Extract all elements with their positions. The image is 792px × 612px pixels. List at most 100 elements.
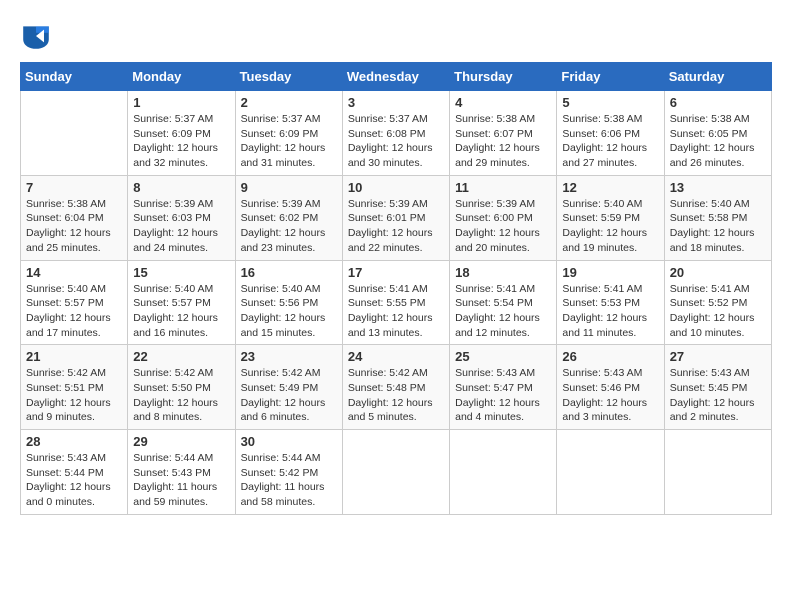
calendar-cell: 5 Sunrise: 5:38 AM Sunset: 6:06 PM Daylig… (557, 91, 664, 176)
calendar-cell: 3 Sunrise: 5:37 AM Sunset: 6:08 PM Daylig… (342, 91, 449, 176)
calendar-cell: 2 Sunrise: 5:37 AM Sunset: 6:09 PM Daylig… (235, 91, 342, 176)
day-info: Sunrise: 5:44 AM Sunset: 5:42 PM Dayligh… (241, 451, 337, 510)
day-header-friday: Friday (557, 63, 664, 91)
day-info: Sunrise: 5:38 AM Sunset: 6:05 PM Dayligh… (670, 112, 766, 171)
calendar-cell: 1 Sunrise: 5:37 AM Sunset: 6:09 PM Daylig… (128, 91, 235, 176)
day-info: Sunrise: 5:43 AM Sunset: 5:46 PM Dayligh… (562, 366, 658, 425)
week-row-4: 21 Sunrise: 5:42 AM Sunset: 5:51 PM Dayli… (21, 345, 772, 430)
day-number: 29 (133, 434, 229, 449)
day-number: 10 (348, 180, 444, 195)
day-info: Sunrise: 5:38 AM Sunset: 6:06 PM Dayligh… (562, 112, 658, 171)
day-info: Sunrise: 5:44 AM Sunset: 5:43 PM Dayligh… (133, 451, 229, 510)
day-number: 22 (133, 349, 229, 364)
day-number: 14 (26, 265, 122, 280)
day-number: 24 (348, 349, 444, 364)
calendar-cell: 18 Sunrise: 5:41 AM Sunset: 5:54 PM Dayli… (450, 260, 557, 345)
day-number: 18 (455, 265, 551, 280)
day-info: Sunrise: 5:38 AM Sunset: 6:07 PM Dayligh… (455, 112, 551, 171)
day-number: 28 (26, 434, 122, 449)
day-info: Sunrise: 5:37 AM Sunset: 6:09 PM Dayligh… (241, 112, 337, 171)
day-info: Sunrise: 5:42 AM Sunset: 5:51 PM Dayligh… (26, 366, 122, 425)
day-number: 27 (670, 349, 766, 364)
calendar-cell: 8 Sunrise: 5:39 AM Sunset: 6:03 PM Daylig… (128, 175, 235, 260)
day-info: Sunrise: 5:37 AM Sunset: 6:09 PM Dayligh… (133, 112, 229, 171)
day-number: 2 (241, 95, 337, 110)
day-number: 8 (133, 180, 229, 195)
day-number: 16 (241, 265, 337, 280)
calendar-cell: 13Sunrise: 5:40 AM Sunset: 5:58 PM Dayli… (664, 175, 771, 260)
day-number: 12 (562, 180, 658, 195)
calendar-cell (342, 430, 449, 515)
day-number: 19 (562, 265, 658, 280)
calendar-cell: 17 Sunrise: 5:41 AM Sunset: 5:55 PM Dayli… (342, 260, 449, 345)
day-number: 13 (670, 180, 766, 195)
calendar-cell: 22Sunrise: 5:42 AM Sunset: 5:50 PM Dayli… (128, 345, 235, 430)
day-number: 7 (26, 180, 122, 195)
day-number: 1 (133, 95, 229, 110)
day-info: Sunrise: 5:41 AM Sunset: 5:54 PM Dayligh… (455, 282, 551, 341)
calendar-cell: 25 Sunrise: 5:43 AM Sunset: 5:47 PM Dayli… (450, 345, 557, 430)
day-info: Sunrise: 5:39 AM Sunset: 6:02 PM Dayligh… (241, 197, 337, 256)
calendar-cell: 10Sunrise: 5:39 AM Sunset: 6:01 PM Dayli… (342, 175, 449, 260)
calendar-cell (21, 91, 128, 176)
calendar-cell: 29 Sunrise: 5:44 AM Sunset: 5:43 PM Dayli… (128, 430, 235, 515)
calendar-body: 1 Sunrise: 5:37 AM Sunset: 6:09 PM Daylig… (21, 91, 772, 515)
calendar-cell: 30 Sunrise: 5:44 AM Sunset: 5:42 PM Dayli… (235, 430, 342, 515)
day-number: 11 (455, 180, 551, 195)
day-info: Sunrise: 5:41 AM Sunset: 5:52 PM Dayligh… (670, 282, 766, 341)
calendar-cell (450, 430, 557, 515)
day-number: 17 (348, 265, 444, 280)
day-info: Sunrise: 5:37 AM Sunset: 6:08 PM Dayligh… (348, 112, 444, 171)
calendar-header-row: SundayMondayTuesdayWednesdayThursdayFrid… (21, 63, 772, 91)
day-number: 3 (348, 95, 444, 110)
calendar-cell: 12 Sunrise: 5:40 AM Sunset: 5:59 PM Dayli… (557, 175, 664, 260)
day-info: Sunrise: 5:40 AM Sunset: 5:57 PM Dayligh… (26, 282, 122, 341)
week-row-5: 28Sunrise: 5:43 AM Sunset: 5:44 PM Dayli… (21, 430, 772, 515)
calendar-cell: 7Sunrise: 5:38 AM Sunset: 6:04 PM Daylig… (21, 175, 128, 260)
day-number: 5 (562, 95, 658, 110)
day-number: 6 (670, 95, 766, 110)
week-row-2: 7Sunrise: 5:38 AM Sunset: 6:04 PM Daylig… (21, 175, 772, 260)
day-header-sunday: Sunday (21, 63, 128, 91)
calendar-cell: 27 Sunrise: 5:43 AM Sunset: 5:45 PM Dayli… (664, 345, 771, 430)
day-number: 20 (670, 265, 766, 280)
day-info: Sunrise: 5:42 AM Sunset: 5:49 PM Dayligh… (241, 366, 337, 425)
calendar-cell (557, 430, 664, 515)
day-number: 4 (455, 95, 551, 110)
calendar-cell: 4 Sunrise: 5:38 AM Sunset: 6:07 PM Daylig… (450, 91, 557, 176)
calendar-cell: 23 Sunrise: 5:42 AM Sunset: 5:49 PM Dayli… (235, 345, 342, 430)
calendar-cell: 6 Sunrise: 5:38 AM Sunset: 6:05 PM Daylig… (664, 91, 771, 176)
day-info: Sunrise: 5:39 AM Sunset: 6:00 PM Dayligh… (455, 197, 551, 256)
calendar-cell: 9 Sunrise: 5:39 AM Sunset: 6:02 PM Daylig… (235, 175, 342, 260)
day-number: 25 (455, 349, 551, 364)
calendar-cell: 16 Sunrise: 5:40 AM Sunset: 5:56 PM Dayli… (235, 260, 342, 345)
calendar-cell: 20 Sunrise: 5:41 AM Sunset: 5:52 PM Dayli… (664, 260, 771, 345)
day-number: 15 (133, 265, 229, 280)
day-header-monday: Monday (128, 63, 235, 91)
calendar-cell: 11 Sunrise: 5:39 AM Sunset: 6:00 PM Dayli… (450, 175, 557, 260)
calendar-table: SundayMondayTuesdayWednesdayThursdayFrid… (20, 62, 772, 515)
day-info: Sunrise: 5:43 AM Sunset: 5:47 PM Dayligh… (455, 366, 551, 425)
day-info: Sunrise: 5:40 AM Sunset: 5:57 PM Dayligh… (133, 282, 229, 341)
day-header-thursday: Thursday (450, 63, 557, 91)
calendar-cell: 15 Sunrise: 5:40 AM Sunset: 5:57 PM Dayli… (128, 260, 235, 345)
calendar-cell (664, 430, 771, 515)
day-number: 21 (26, 349, 122, 364)
day-info: Sunrise: 5:40 AM Sunset: 5:59 PM Dayligh… (562, 197, 658, 256)
day-header-wednesday: Wednesday (342, 63, 449, 91)
page-header (20, 20, 772, 52)
day-info: Sunrise: 5:43 AM Sunset: 5:45 PM Dayligh… (670, 366, 766, 425)
day-number: 30 (241, 434, 337, 449)
day-number: 23 (241, 349, 337, 364)
day-info: Sunrise: 5:41 AM Sunset: 5:53 PM Dayligh… (562, 282, 658, 341)
calendar-cell: 19 Sunrise: 5:41 AM Sunset: 5:53 PM Dayli… (557, 260, 664, 345)
day-info: Sunrise: 5:41 AM Sunset: 5:55 PM Dayligh… (348, 282, 444, 341)
day-number: 26 (562, 349, 658, 364)
calendar-cell: 26 Sunrise: 5:43 AM Sunset: 5:46 PM Dayli… (557, 345, 664, 430)
day-info: Sunrise: 5:40 AM Sunset: 5:56 PM Dayligh… (241, 282, 337, 341)
calendar-cell: 21 Sunrise: 5:42 AM Sunset: 5:51 PM Dayli… (21, 345, 128, 430)
day-number: 9 (241, 180, 337, 195)
day-info: Sunrise: 5:39 AM Sunset: 6:03 PM Dayligh… (133, 197, 229, 256)
calendar-cell: 28Sunrise: 5:43 AM Sunset: 5:44 PM Dayli… (21, 430, 128, 515)
calendar-cell: 24Sunrise: 5:42 AM Sunset: 5:48 PM Dayli… (342, 345, 449, 430)
